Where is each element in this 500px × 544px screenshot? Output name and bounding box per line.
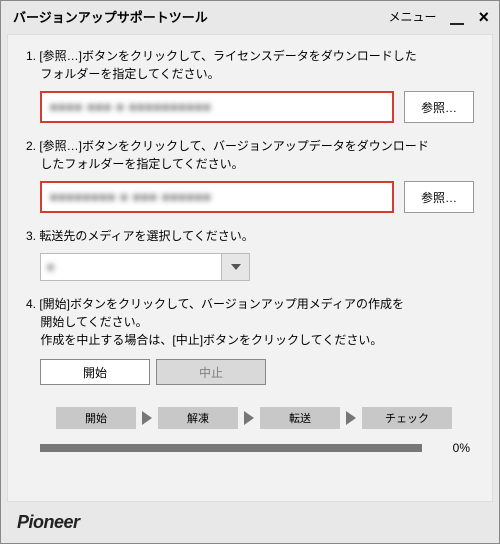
browse-update-button[interactable]: 参照…: [404, 181, 474, 213]
step-1-label: 1. [参照…]ボタンをクリックして、ライセンスデータをダウンロードした フォル…: [26, 47, 474, 83]
stop-button: 中止: [156, 359, 266, 385]
step-3-label: 3. 転送先のメディアを選択してください。: [26, 227, 474, 245]
footer: Pioneer: [1, 504, 499, 543]
chevron-down-icon: [231, 264, 241, 270]
stage-extract: 解凍: [158, 407, 238, 429]
step-3: 3. 転送先のメディアを選択してください。: [26, 227, 474, 245]
action-row: 開始 中止: [26, 359, 474, 385]
minimize-icon: [450, 23, 464, 25]
step-4-label: 4. [開始]ボタンをクリックして、バージョンアップ用メディアの作成を 開始して…: [26, 295, 474, 349]
stage-check: チェック: [362, 407, 452, 429]
stage-transfer: 転送: [260, 407, 340, 429]
start-button[interactable]: 開始: [40, 359, 150, 385]
step-2-label: 2. [参照…]ボタンをクリックして、バージョンアップデータをダウンロード した…: [26, 137, 474, 173]
content-area: 1. [参照…]ボタンをクリックして、ライセンスデータをダウンロードした フォル…: [7, 34, 493, 502]
update-folder-input[interactable]: ■■■■■■■■ ■ ■■■ ■■■■■■: [40, 181, 394, 213]
progress-row: 0%: [26, 441, 474, 455]
progress-percent: 0%: [430, 441, 470, 455]
stage-row: 開始 解凍 転送 チェック: [26, 407, 474, 429]
step-1: 1. [参照…]ボタンをクリックして、ライセンスデータをダウンロードした フォル…: [26, 47, 474, 83]
media-select-row: ■: [26, 253, 474, 281]
brand-logo: Pioneer: [17, 512, 80, 532]
step-4-line1: 4. [開始]ボタンをクリックして、バージョンアップ用メディアの作成を: [26, 297, 404, 311]
step-2: 2. [参照…]ボタンをクリックして、バージョンアップデータをダウンロード した…: [26, 137, 474, 173]
arrow-icon: [346, 411, 356, 425]
media-select-value: ■: [41, 254, 221, 280]
step-4: 4. [開始]ボタンをクリックして、バージョンアップ用メディアの作成を 開始して…: [26, 295, 474, 349]
license-folder-value: ■■■■ ■■■ ■ ■■■■■■■■■■: [50, 100, 211, 114]
titlebar: バージョンアップサポートツール メニュー ×: [1, 1, 499, 32]
license-folder-input[interactable]: ■■■■ ■■■ ■ ■■■■■■■■■■: [40, 91, 394, 123]
update-folder-value: ■■■■■■■■ ■ ■■■ ■■■■■■: [50, 190, 211, 204]
license-folder-row: ■■■■ ■■■ ■ ■■■■■■■■■■ 参照…: [26, 91, 474, 123]
update-folder-row: ■■■■■■■■ ■ ■■■ ■■■■■■ 参照…: [26, 181, 474, 213]
media-value-blur: ■: [47, 260, 54, 274]
arrow-icon: [244, 411, 254, 425]
step-1-line2: フォルダーを指定してください。: [26, 65, 474, 83]
stage-start: 開始: [56, 407, 136, 429]
step-4-line3: 作成を中止する場合は、[中止]ボタンをクリックしてください。: [26, 331, 474, 349]
titlebar-controls: メニュー ×: [388, 8, 489, 26]
media-select[interactable]: ■: [40, 253, 250, 281]
step-4-line2: 開始してください。: [26, 313, 474, 331]
app-window: バージョンアップサポートツール メニュー × 1. [参照…]ボタンをクリックし…: [0, 0, 500, 544]
progress-bar: [40, 444, 422, 452]
window-title: バージョンアップサポートツール: [13, 7, 208, 26]
close-button[interactable]: ×: [478, 8, 489, 26]
minimize-button[interactable]: [450, 9, 464, 24]
arrow-icon: [142, 411, 152, 425]
browse-license-button[interactable]: 参照…: [404, 91, 474, 123]
step-2-line2: したフォルダーを指定してください。: [26, 155, 474, 173]
step-1-line1: 1. [参照…]ボタンをクリックして、ライセンスデータをダウンロードした: [26, 49, 417, 63]
media-select-arrow[interactable]: [221, 254, 249, 280]
menu-button[interactable]: メニュー: [388, 8, 436, 25]
step-2-line1: 2. [参照…]ボタンをクリックして、バージョンアップデータをダウンロード: [26, 139, 429, 153]
